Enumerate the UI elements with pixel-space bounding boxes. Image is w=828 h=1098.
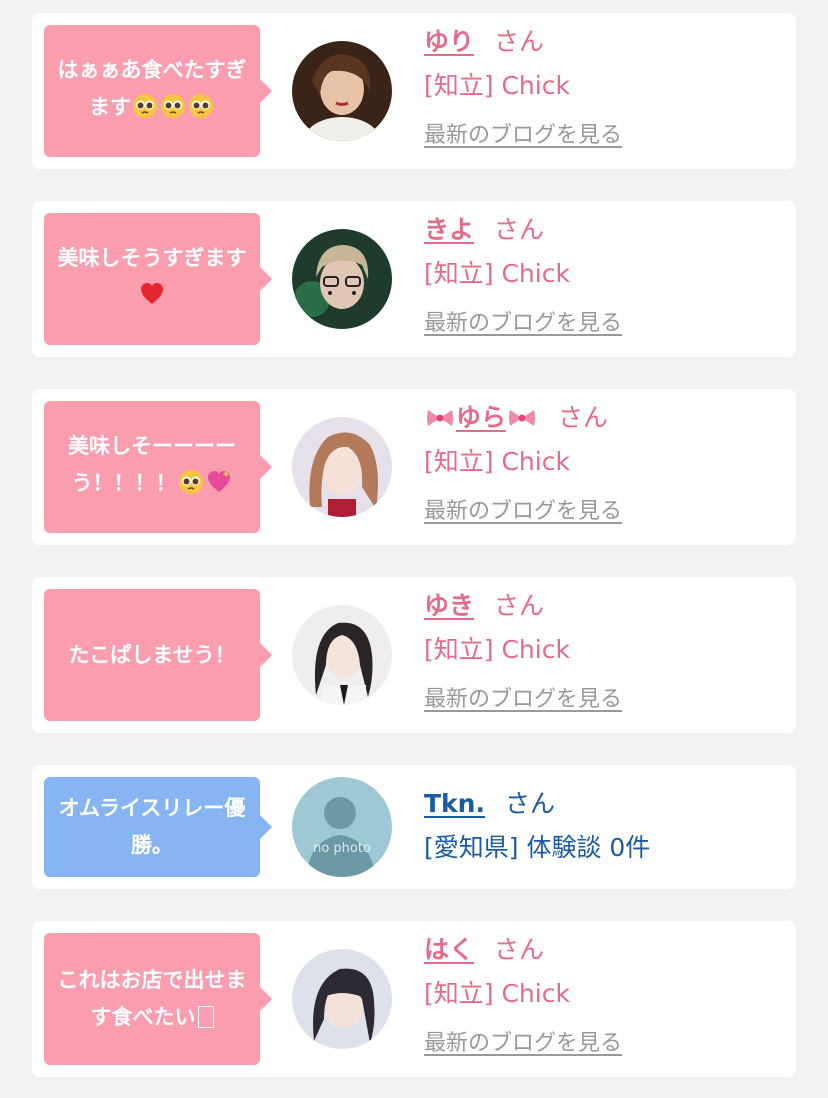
comment-card: 美味しそうすぎます きよ さん [知立] Chick 最新のブログを見る — [32, 201, 796, 357]
pleading-face-icon — [188, 93, 214, 131]
avatar[interactable] — [292, 949, 392, 1049]
comment-bubble: はぁぁあ食べたすぎます — [44, 25, 272, 157]
user-name-link[interactable]: ゆら — [424, 403, 538, 432]
user-name-row: ゆき さん — [424, 589, 544, 623]
missing-glyph-icon — [197, 1006, 214, 1028]
user-name-link[interactable]: はく — [424, 935, 474, 964]
avatar[interactable] — [292, 41, 392, 141]
comment-text: オムライスリレー優勝。 — [58, 796, 246, 857]
comment-card: これはお店で出せます食べたい はく さん [知立] Chick 最新のブログを見る — [32, 921, 796, 1077]
honorific: さん — [494, 591, 545, 620]
avatar[interactable] — [292, 605, 392, 705]
comment-bubble: 美味しそーーーーう！！！！ — [44, 401, 272, 533]
user-name-link[interactable]: ゆき — [424, 591, 474, 620]
pleading-face-icon — [160, 93, 186, 131]
comment-text: はぁぁあ食べたすぎます — [54, 52, 250, 131]
review-count: [愛知県] 体験談 0件 — [424, 833, 651, 862]
pleading-face-icon — [178, 469, 204, 507]
user-name-link[interactable]: ゆり — [424, 27, 474, 56]
pleading-face-icon — [132, 93, 158, 131]
honorific: さん — [558, 403, 609, 432]
honorific: さん — [494, 215, 545, 244]
comment-card: オムライスリレー優勝。 no photo Tkn. さん [愛知県] 体験談 0件 — [32, 765, 796, 889]
latest-blog-link[interactable]: 最新のブログを見る — [424, 685, 622, 715]
user-name-link[interactable]: きよ — [424, 215, 474, 244]
user-name-link[interactable]: Tkn. — [424, 789, 485, 818]
comment-bubble: 美味しそうすぎます — [44, 213, 272, 345]
avatar[interactable] — [292, 229, 392, 329]
avatar-placeholder[interactable]: no photo — [292, 777, 392, 877]
store-location: [知立] Chick — [424, 71, 570, 100]
comment-bubble: これはお店で出せます食べたい — [44, 933, 272, 1065]
honorific: さん — [494, 935, 545, 964]
user-name-row: Tkn. さん — [424, 787, 555, 821]
store-location: [知立] Chick — [424, 259, 570, 288]
ribbon-icon — [426, 404, 454, 438]
store-location: [知立] Chick — [424, 979, 570, 1008]
sparkling-heart-icon — [206, 469, 232, 507]
user-name-row: ゆり さん — [424, 25, 544, 59]
comment-bubble: オムライスリレー優勝。 — [44, 777, 272, 877]
comment-text: 美味しそうすぎます — [54, 240, 250, 319]
honorific: さん — [494, 27, 545, 56]
no-photo-label: no photo — [313, 841, 371, 856]
store-location: [知立] Chick — [424, 447, 570, 476]
latest-blog-link[interactable]: 最新のブログを見る — [424, 497, 622, 527]
latest-blog-link[interactable]: 最新のブログを見る — [424, 1029, 622, 1059]
comment-card: たこぱしませう！ ゆき さん [知立] Chick 最新のブログを見る — [32, 577, 796, 733]
comment-text: 美味しそーーーーう！！！！ — [54, 428, 250, 507]
honorific: さん — [504, 789, 555, 818]
user-name-row: はく さん — [424, 933, 544, 967]
comment-text: たこぱしませう！ — [68, 642, 236, 667]
avatar[interactable] — [292, 417, 392, 517]
latest-blog-link[interactable]: 最新のブログを見る — [424, 121, 622, 151]
user-name-row: きよ さん — [424, 213, 544, 247]
user-name-row: ゆら さん — [424, 401, 608, 438]
comment-card: はぁぁあ食べたすぎます ゆり さん [知立] Chick 最新のブログを見る — [32, 13, 796, 169]
ribbon-icon — [508, 404, 536, 438]
red-heart-icon — [139, 281, 165, 319]
store-location: [知立] Chick — [424, 635, 570, 664]
comment-card: 美味しそーーーーう！！！！ ゆら さん [知立] Chick 最新のブログを見る — [32, 389, 796, 545]
latest-blog-link[interactable]: 最新のブログを見る — [424, 309, 622, 339]
comment-text: これはお店で出せます食べたい — [57, 968, 247, 1029]
comment-bubble: たこぱしませう！ — [44, 589, 272, 721]
